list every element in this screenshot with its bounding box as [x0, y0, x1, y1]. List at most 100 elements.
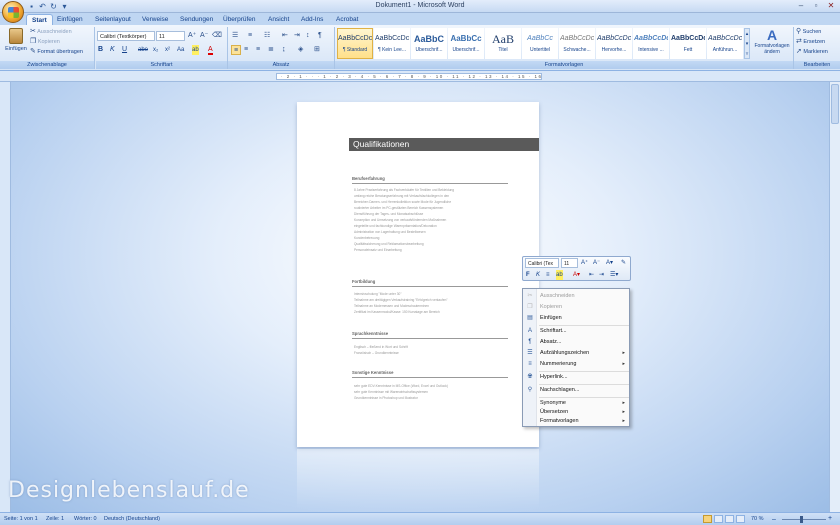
cut-button[interactable]: ✂ Ausschneiden [30, 27, 72, 37]
change-case-icon[interactable]: Aa [177, 45, 184, 55]
print-layout-icon[interactable] [703, 515, 712, 523]
strikethrough-icon[interactable]: abe [138, 45, 148, 55]
style-intensive-hervorhebung[interactable]: AaBbCcDc Intensive ... [633, 28, 669, 59]
document-page[interactable]: Qualifikationen Berufserfahrung 8 Jahre … [297, 102, 539, 447]
tab-einfuegen[interactable]: Einfügen [52, 14, 88, 25]
close-icon[interactable]: ✕ [824, 1, 838, 11]
style-untertitel[interactable]: AaBbCc Untertitel [522, 28, 558, 59]
font-size-box[interactable]: 11 [156, 31, 185, 41]
font-color-icon[interactable]: A [208, 45, 213, 55]
full-screen-icon[interactable] [714, 515, 723, 523]
mini-font-color-icon[interactable]: A▾ [573, 270, 580, 280]
borders-icon[interactable]: ⊞ [314, 45, 320, 55]
menu-item-paste[interactable]: ▤ Einfügen [523, 313, 629, 324]
mini-styles-icon[interactable]: A▾ [606, 258, 613, 268]
format-painter-button[interactable]: ✎ Format übertragen [30, 47, 83, 57]
tab-seitenlayout[interactable]: Seitenlayout [90, 14, 136, 25]
menu-item-hyperlink[interactable]: 🌐︎ Hyperlink... [523, 372, 629, 383]
mini-grow-font-icon[interactable]: A⁺ [581, 258, 588, 268]
status-line[interactable]: Zeile: 1 [46, 515, 64, 524]
style-anfuehrungszeichen[interactable]: AaBbCcDc Anführun... [707, 28, 743, 59]
tab-sendungen[interactable]: Sendungen [175, 14, 218, 25]
menu-item-styles[interactable]: Formatvorlagen ▸ [523, 416, 629, 426]
menu-item-paragraph[interactable]: ¶ Absatz... [523, 337, 629, 348]
menu-item-cut[interactable]: ✂ Ausschneiden [523, 291, 629, 302]
mini-center-icon[interactable]: ≡ [546, 270, 550, 280]
menu-item-font[interactable]: A Schriftart... [523, 326, 629, 337]
bullets-icon[interactable]: ☰ [232, 31, 238, 41]
scrollbar-thumb[interactable] [831, 84, 839, 124]
menu-item-bullets[interactable]: ☰ Aufzählungszeichen ▸ [523, 348, 629, 359]
multilevel-list-icon[interactable]: ☷ [264, 31, 270, 41]
minimize-icon[interactable]: – [794, 1, 808, 11]
style-kein-leerraum[interactable]: AaBbCcDc ¶ Kein Lee... [374, 28, 410, 59]
status-words[interactable]: Wörter: 0 [74, 515, 97, 524]
style-ueberschrift-2[interactable]: AaBbCc Überschrif... [448, 28, 484, 59]
subscript-icon[interactable]: x₂ [153, 45, 158, 55]
mini-increase-indent-icon[interactable]: ⇥ [599, 270, 604, 280]
status-page[interactable]: Seite: 1 von 1 [4, 515, 38, 524]
grow-font-icon[interactable]: A⁺ [188, 31, 196, 41]
mini-font-name[interactable]: Calibri (Tex [525, 258, 559, 268]
clear-format-icon[interactable]: ⌫ [212, 31, 222, 41]
zoom-level[interactable]: 70 % [751, 515, 764, 524]
zoom-out-icon[interactable]: – [772, 516, 780, 523]
tab-acrobat[interactable]: Acrobat [331, 14, 363, 25]
menu-item-copy[interactable]: ❐ Kopieren [523, 302, 629, 313]
outline-icon[interactable] [736, 515, 745, 523]
font-name-box[interactable]: Calibri (Textkörper) [97, 31, 155, 41]
highlight-icon[interactable]: ab [192, 45, 199, 55]
style-standard[interactable]: AaBbCcDc ¶ Standard [337, 28, 373, 59]
mini-italic-icon[interactable]: K [536, 270, 540, 280]
justify-icon[interactable]: ≣ [268, 45, 274, 55]
show-formatting-icon[interactable]: ¶ [318, 31, 322, 41]
decrease-indent-icon[interactable]: ⇤ [282, 31, 288, 41]
mini-format-painter-icon[interactable]: ✎ [621, 258, 626, 268]
tab-add-ins[interactable]: Add-Ins [296, 14, 328, 25]
zoom-slider[interactable] [782, 519, 826, 520]
maximize-icon[interactable]: ▫ [809, 1, 823, 11]
tab-ueberpruefen[interactable]: Überprüfen [218, 14, 261, 25]
align-center-icon[interactable]: ≡ [244, 45, 248, 55]
underline-icon[interactable]: U [122, 45, 127, 55]
tab-start[interactable]: Start [26, 14, 53, 25]
replace-button[interactable]: ⇄ Ersetzen [796, 37, 825, 47]
increase-indent-icon[interactable]: ⇥ [294, 31, 300, 41]
vertical-ruler[interactable] [0, 82, 11, 512]
line-spacing-icon[interactable]: ↨ [282, 45, 286, 55]
menu-item-numbering[interactable]: ≡ Nummerierung ▸ [523, 359, 629, 370]
shading-icon[interactable]: ◈ [298, 45, 303, 55]
change-styles-button[interactable]: A Formatvorlagen ändern [752, 27, 792, 61]
document-canvas[interactable]: Qualifikationen Berufserfahrung 8 Jahre … [11, 82, 829, 512]
sort-icon[interactable]: ↕ [306, 31, 310, 41]
style-schwache-hervorhebung[interactable]: AaBbCcDc Schwache... [559, 28, 595, 59]
mini-bold-icon[interactable]: F [526, 270, 530, 280]
style-titel[interactable]: AaB Titel [485, 28, 521, 59]
align-left-icon[interactable]: ≡ [231, 45, 241, 55]
style-hervorhebung[interactable]: AaBbCcDc Hervorhe... [596, 28, 632, 59]
numbering-icon[interactable]: ≡ [248, 31, 252, 41]
vertical-scrollbar[interactable] [829, 82, 840, 512]
paste-button[interactable]: Einfügen [3, 28, 29, 58]
style-ueberschrift-1[interactable]: AaBbC Überschrif... [411, 28, 447, 59]
zoom-slider-thumb[interactable] [800, 516, 803, 523]
mini-font-size[interactable]: 11 [561, 258, 578, 268]
zoom-in-icon[interactable]: + [828, 515, 836, 523]
web-layout-icon[interactable] [725, 515, 734, 523]
copy-button[interactable]: ❐ Kopieren [30, 37, 60, 47]
select-button[interactable]: ➚ Markieren [796, 47, 828, 57]
tab-ansicht[interactable]: Ansicht [263, 14, 294, 25]
mini-shrink-font-icon[interactable]: A⁻ [593, 258, 600, 268]
horizontal-ruler[interactable]: · 2 · 1 · · · 1 · 2 · 3 · 4 · 5 · 6 · 7 … [0, 71, 840, 82]
align-right-icon[interactable]: ≡ [256, 45, 260, 55]
menu-item-lookup[interactable]: ⚲ Nachschlagen... [523, 385, 629, 396]
status-language[interactable]: Deutsch (Deutschland) [104, 515, 160, 524]
styles-gallery-scroll[interactable]: ▴ ▾ ▿ [744, 28, 750, 59]
find-button[interactable]: ⚲ Suchen [796, 27, 821, 37]
superscript-icon[interactable]: x² [165, 45, 170, 55]
italic-icon[interactable]: K [110, 45, 115, 55]
tab-verweise[interactable]: Verweise [137, 14, 173, 25]
style-fett[interactable]: AaBbCcDc Fett [670, 28, 706, 59]
shrink-font-icon[interactable]: A⁻ [200, 31, 208, 41]
mini-decrease-indent-icon[interactable]: ⇤ [589, 270, 594, 280]
